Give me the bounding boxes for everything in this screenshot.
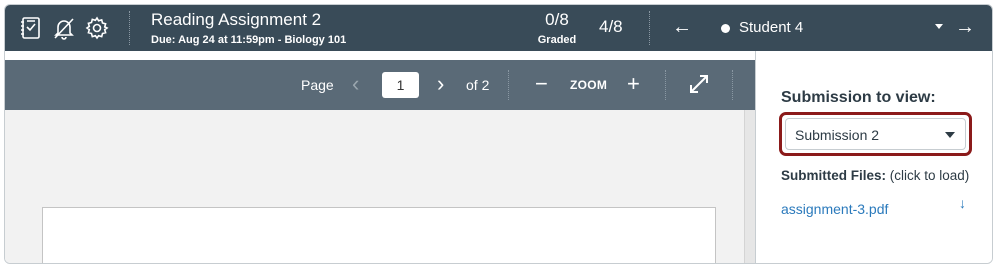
divider (649, 11, 650, 45)
divider (129, 11, 130, 45)
page-number-input[interactable] (382, 72, 419, 98)
chevron-down-icon (935, 24, 943, 29)
viewer-scrollbar[interactable] (744, 110, 755, 263)
notification-off-icon[interactable] (51, 15, 77, 41)
viewer-toolbar: Page ‹ › of 2 − ZOOM + (5, 60, 755, 110)
assignment-due-date: Due: Aug 24 at 11:59pm - Biology 101 (151, 34, 347, 46)
next-page-button[interactable]: › (437, 71, 444, 97)
submitted-files-label-bold: Submitted Files: (781, 168, 887, 183)
settings-icon[interactable] (84, 15, 110, 41)
student-name: Student 4 (739, 19, 804, 36)
chevron-down-icon (945, 132, 955, 138)
document-viewer: Page ‹ › of 2 − ZOOM + (5, 60, 755, 263)
previous-student-button[interactable]: ← (672, 15, 692, 39)
previous-page-button[interactable]: ‹ (352, 71, 359, 97)
toolbar-divider (508, 70, 509, 100)
assignment-info: Reading Assignment 2 Due: Aug 24 at 11:5… (151, 10, 346, 46)
toolbar-divider (732, 70, 733, 100)
zoom-out-button[interactable]: − (535, 71, 548, 97)
zoom-label: ZOOM (570, 78, 608, 92)
graded-status: 0/8 Graded (529, 10, 585, 46)
toolbar-divider (665, 70, 666, 100)
assignment-title[interactable]: Reading Assignment 2 (151, 10, 346, 30)
graded-count: 0/8 (545, 10, 569, 29)
submission-select[interactable]: Submission 2 (785, 118, 966, 150)
page-label: Page (301, 77, 334, 93)
top-header: Reading Assignment 2 Due: Aug 24 at 11:5… (5, 5, 992, 51)
submitted-files-label: Submitted Files: (click to load) (781, 168, 969, 183)
submission-heading: Submission to view: (781, 89, 936, 106)
submission-select-focus-ring: Submission 2 (779, 112, 972, 156)
gradebook-icon[interactable] (18, 15, 44, 41)
student-select[interactable]: Student 4 (717, 19, 947, 39)
download-icon[interactable]: ↓ (959, 195, 966, 211)
zoom-in-button[interactable]: + (627, 71, 640, 97)
submitted-files-label-hint: (click to load) (886, 168, 970, 183)
submission-select-value: Submission 2 (795, 127, 880, 143)
next-student-button[interactable]: → (955, 15, 975, 39)
speedgrader-window: Reading Assignment 2 Due: Aug 24 at 11:5… (4, 4, 993, 264)
expand-icon[interactable] (688, 73, 710, 101)
page-count-label: of 2 (466, 77, 490, 93)
graded-label: Graded (537, 34, 577, 46)
document-page (42, 207, 716, 263)
submitted-file-link[interactable]: assignment-3.pdf (781, 201, 888, 217)
student-status-dot (721, 24, 730, 33)
submission-panel: Submission to view: Submission 2 Submitt… (756, 51, 992, 263)
student-progress: 4/8 (599, 17, 623, 36)
